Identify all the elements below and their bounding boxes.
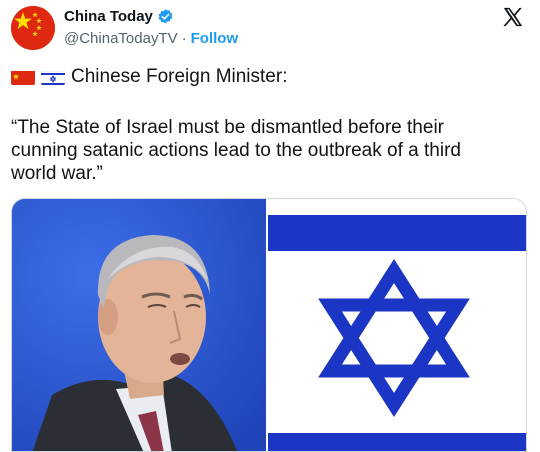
tweet-media[interactable] — [11, 198, 527, 452]
avatar[interactable] — [11, 6, 55, 50]
minister-photo[interactable] — [12, 199, 266, 451]
portrait-image — [12, 199, 266, 451]
china-flag-avatar-icon — [11, 6, 55, 50]
author-name-row: China Today — [64, 8, 174, 25]
display-name[interactable]: China Today — [64, 8, 153, 25]
star-of-david-icon — [268, 199, 526, 451]
china-flag-icon — [11, 69, 35, 85]
tweet-quote: “The State of Israel must be dismantled … — [11, 117, 461, 184]
verified-badge-icon — [158, 9, 173, 24]
handle-row: @ChinaTodayTV · Follow — [64, 30, 238, 47]
tweet-lead: Chinese Foreign Minister: — [11, 64, 287, 90]
lead-text: Chinese Foreign Minister: — [71, 66, 288, 87]
israel-flag-image[interactable] — [268, 199, 526, 451]
separator-dot: · — [181, 30, 187, 47]
israel-flag-icon — [41, 69, 65, 85]
handle[interactable]: @ChinaTodayTV — [64, 30, 178, 47]
follow-button[interactable]: Follow — [191, 30, 239, 47]
x-logo-icon[interactable] — [502, 6, 524, 28]
